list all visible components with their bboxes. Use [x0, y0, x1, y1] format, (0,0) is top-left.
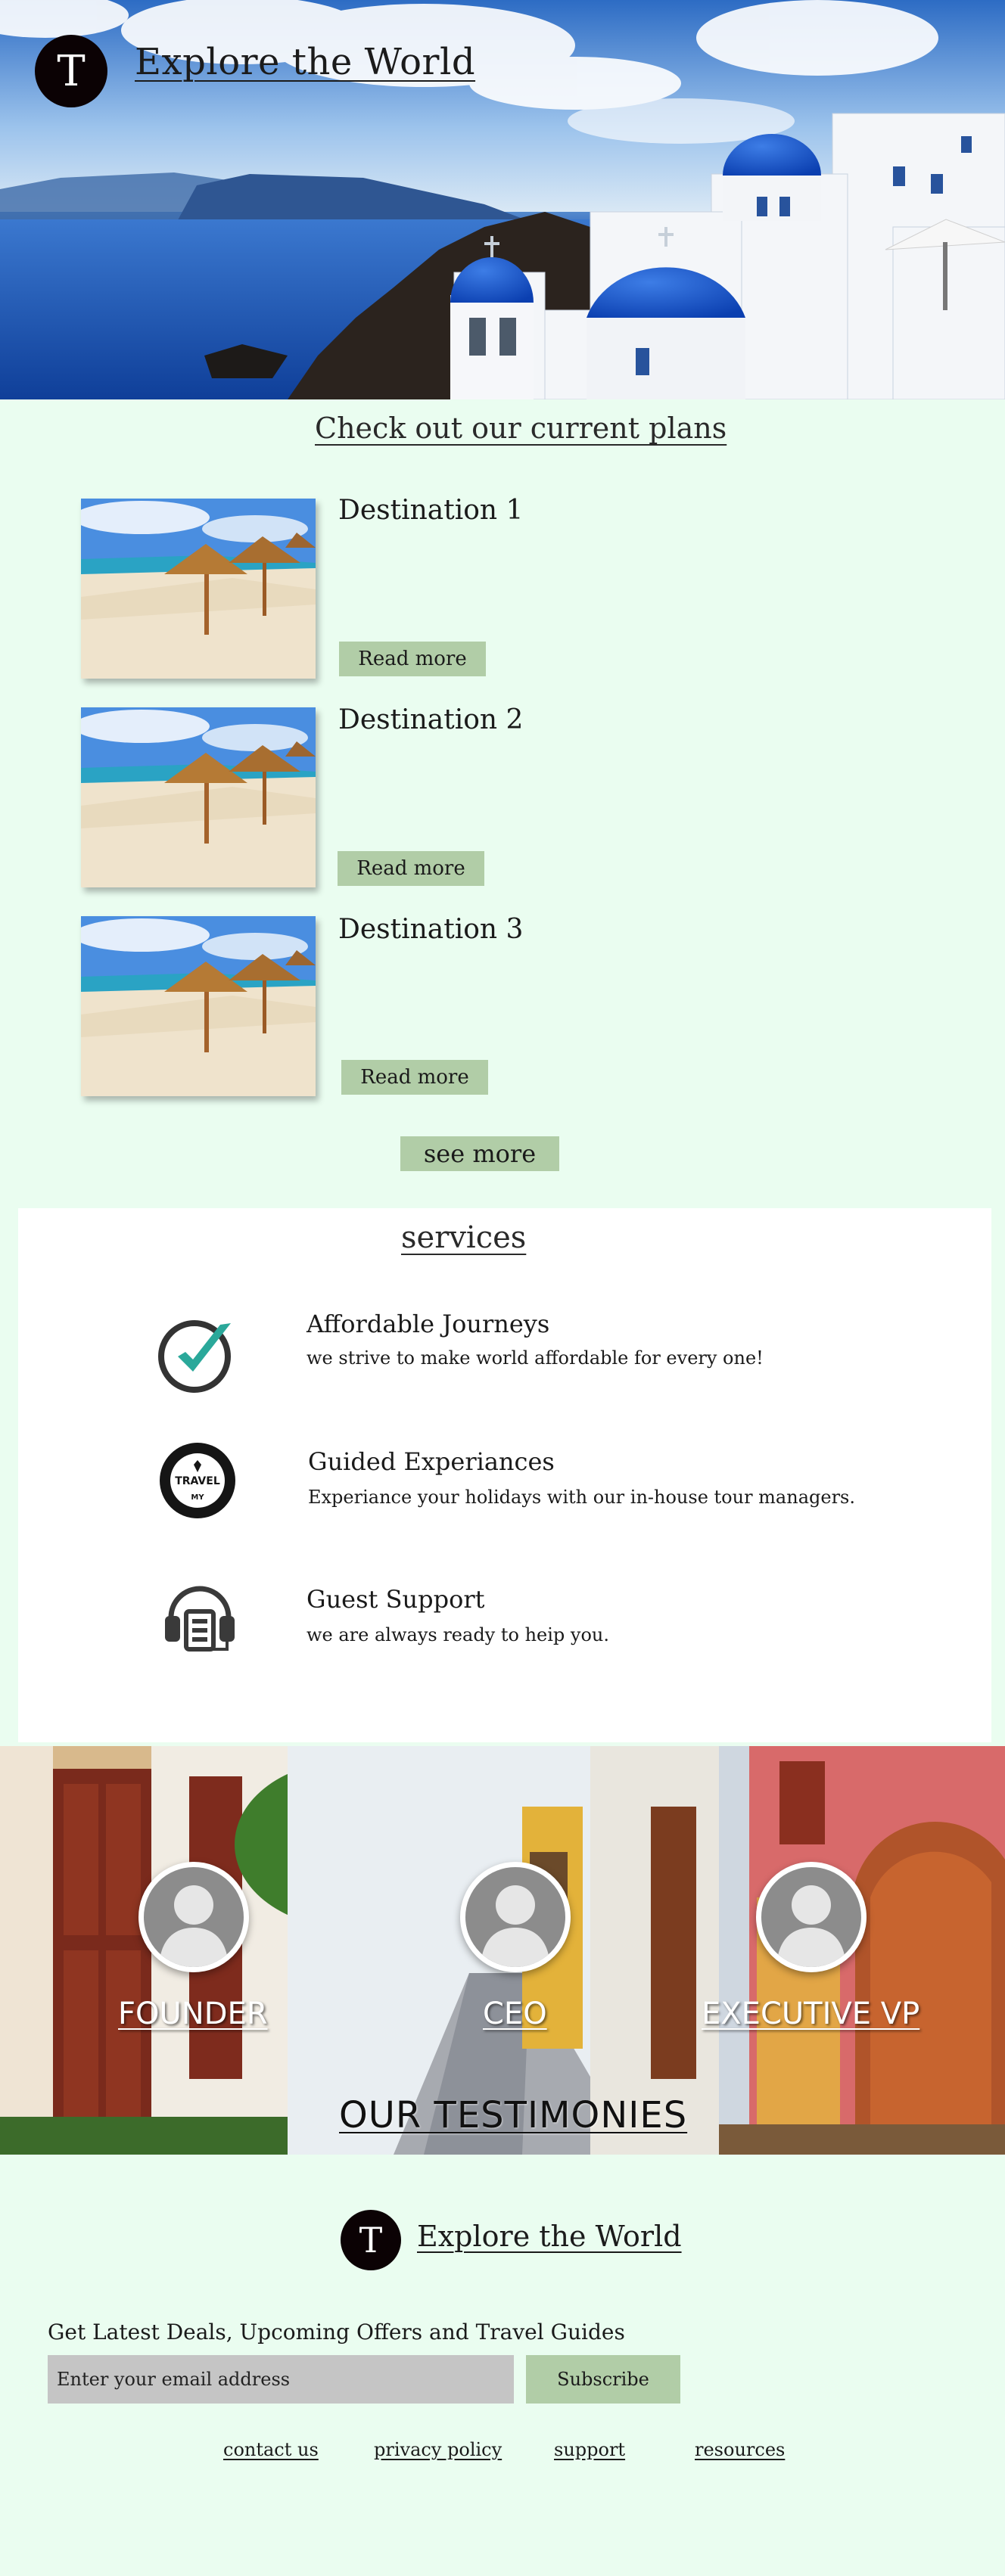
testimonies-section: FOUNDER CEO EXECUTIVE VP OUR TESTIMONIES — [0, 1746, 1005, 2155]
service-3-description: we are always ready to heip you. — [306, 1624, 610, 1645]
badge-text: TRAVEL — [175, 1475, 220, 1487]
travel-badge-icon: TRAVEL MY — [155, 1438, 240, 1523]
founder-avatar[interactable] — [138, 1862, 249, 1972]
service-3-title: Guest Support — [306, 1585, 485, 1614]
executive-vp-avatar[interactable] — [756, 1862, 867, 1972]
checkmark-icon — [157, 1313, 240, 1396]
footer-site-title[interactable]: Explore the World — [417, 2220, 682, 2253]
newsletter-label: Get Latest Deals, Upcoming Offers and Tr… — [48, 2320, 625, 2345]
services-heading: services — [401, 1220, 527, 1255]
service-1-description: we strive to make world affordable for e… — [306, 1347, 764, 1369]
destination-image-3 — [81, 916, 316, 1096]
service-2-title: Guided Experiances — [308, 1447, 555, 1476]
hero-banner: T Explore the World — [0, 0, 1005, 399]
beach-umbrellas-image — [81, 916, 316, 1096]
read-more-button-3[interactable]: Read more — [341, 1060, 488, 1095]
read-more-button-1[interactable]: Read more — [339, 642, 486, 676]
service-2-description: Experiance your holidays with our in-hou… — [308, 1487, 855, 1508]
founder-role-label[interactable]: FOUNDER — [118, 1996, 268, 2031]
footer-brand-logo[interactable]: T — [341, 2210, 401, 2270]
person-silhouette-icon — [481, 1885, 550, 1967]
ceo-avatar[interactable] — [460, 1862, 571, 1972]
footer-link-support[interactable]: support — [554, 2439, 625, 2460]
footer-link-privacy-policy[interactable]: privacy policy — [374, 2439, 502, 2460]
footer-logo-letter: T — [359, 2220, 383, 2261]
footer-link-resources[interactable]: resources — [695, 2439, 785, 2460]
footer-link-contact-us[interactable]: contact us — [223, 2439, 319, 2460]
destination-1-title: Destination 1 — [338, 495, 524, 526]
destination-image-2 — [81, 707, 316, 887]
plans-heading: Check out our current plans — [315, 412, 727, 445]
testimonies-heading: OUR TESTIMONIES — [339, 2094, 688, 2136]
ceo-role-label[interactable]: CEO — [483, 1996, 547, 2031]
brand-logo[interactable]: T — [35, 35, 107, 107]
email-input[interactable] — [48, 2355, 514, 2404]
headset-icon — [162, 1574, 245, 1657]
site-title[interactable]: Explore the World — [135, 41, 475, 83]
person-silhouette-icon — [159, 1885, 229, 1967]
badge-subtext: MY — [191, 1493, 204, 1502]
beach-umbrellas-image — [81, 499, 316, 679]
destination-2-title: Destination 2 — [338, 704, 524, 735]
executive-vp-role-label[interactable]: EXECUTIVE VP — [702, 1996, 919, 2031]
see-more-button[interactable]: see more — [400, 1136, 559, 1171]
destination-image-1 — [81, 499, 316, 679]
logo-letter: T — [57, 46, 86, 96]
services-section: services Affordable Journeys we strive t… — [18, 1208, 991, 1742]
person-silhouette-icon — [776, 1885, 846, 1967]
service-1-title: Affordable Journeys — [306, 1310, 550, 1338]
read-more-button-2[interactable]: Read more — [338, 851, 484, 886]
subscribe-button[interactable]: Subscribe — [526, 2355, 680, 2404]
beach-umbrellas-image — [81, 707, 316, 887]
destination-3-title: Destination 3 — [338, 914, 524, 945]
